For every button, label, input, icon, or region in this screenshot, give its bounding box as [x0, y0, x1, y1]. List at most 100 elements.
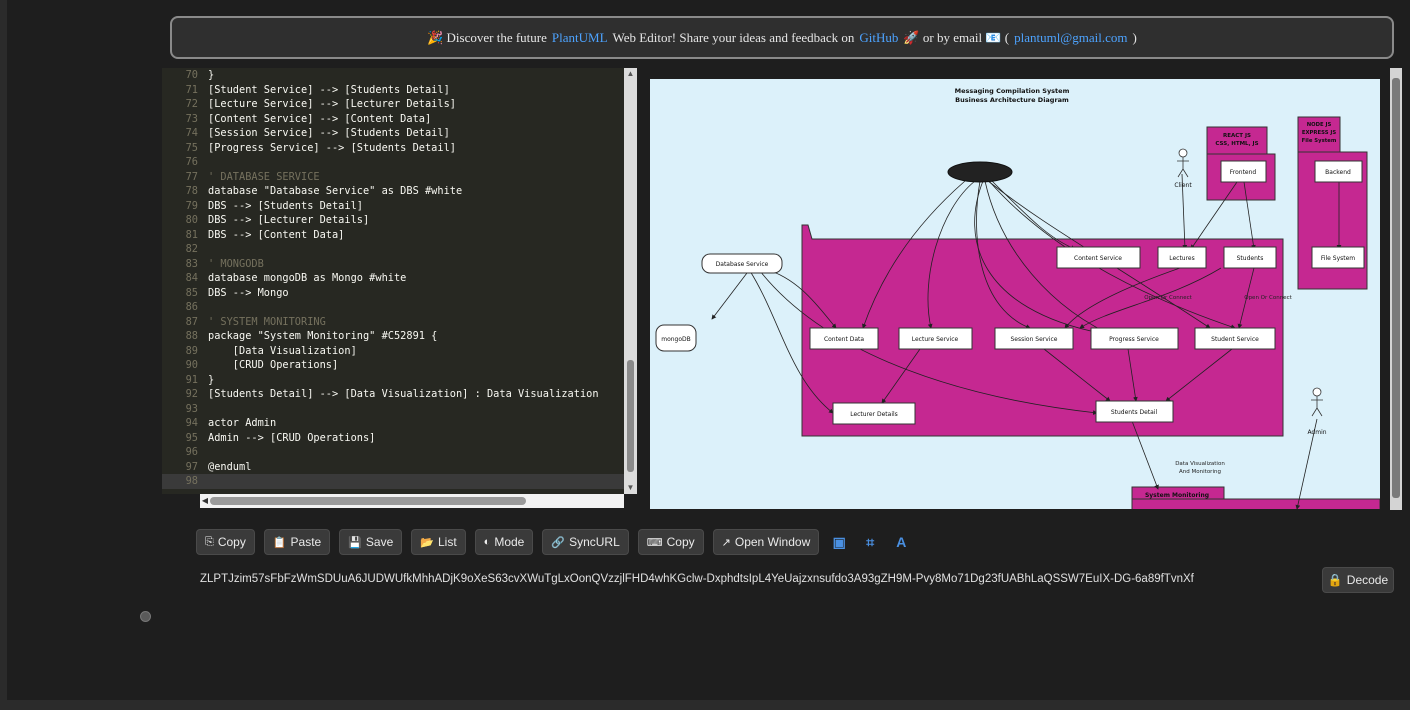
list-label: List: [437, 535, 457, 549]
code-line[interactable]: 91}: [162, 373, 624, 388]
line-number: 96: [185, 446, 198, 458]
code-line[interactable]: 94 actor Admin: [162, 416, 624, 431]
announcement-banner: 🎉 Discover the future PlantUML Web Edito…: [170, 16, 1394, 59]
text-icon[interactable]: A: [890, 529, 912, 555]
code-line[interactable]: 98: [162, 474, 624, 489]
code-line[interactable]: 71 [Student Service] --> [Students Detail…: [162, 83, 624, 98]
node-frontend: Frontend: [1220, 160, 1267, 183]
line-number: 88: [185, 330, 198, 342]
line-number: 86: [185, 301, 198, 313]
scroll-down-icon[interactable]: ▼: [624, 482, 637, 494]
copy-icon: ⎘: [205, 535, 214, 548]
dv-label-2: And Monitoring: [1179, 469, 1221, 475]
code-line[interactable]: 80 DBS --> [Lecturer Details]: [162, 213, 624, 228]
crop-icon[interactable]: ⌗: [859, 529, 881, 555]
editor-hscroll-thumb[interactable]: [210, 497, 526, 505]
students-label: Students: [1237, 255, 1264, 262]
preview-scrollbar[interactable]: [1390, 68, 1402, 510]
code-line[interactable]: 70}: [162, 68, 624, 83]
line-number: 91: [185, 373, 198, 386]
socket-label-2: Open Or Connect: [1244, 295, 1292, 301]
code-text: DBS --> [Students Detail]: [208, 199, 363, 212]
mode-button[interactable]: ◐ Mode: [474, 529, 534, 555]
code-line[interactable]: 85 DBS --> Mongo: [162, 286, 624, 301]
code-text: database mongoDB as Mongo #white: [208, 272, 407, 284]
editor-horizontal-scrollbar[interactable]: ◀: [200, 494, 624, 508]
line-number: 70: [185, 69, 198, 81]
code-line[interactable]: 77 ' DATABASE SERVICE: [162, 170, 624, 185]
diagram-preview[interactable]: Messaging Compilation System Business Ar…: [650, 79, 1380, 509]
image-icon[interactable]: ▣: [828, 529, 850, 555]
file-system-label: File System: [1321, 255, 1355, 262]
syncurl-button[interactable]: 🔗 SyncURL: [542, 529, 629, 555]
save-label: Save: [365, 535, 394, 549]
copy2-label: Copy: [666, 535, 695, 549]
code-line[interactable]: 97 @enduml: [162, 460, 624, 475]
decode-button[interactable]: 🔒 Decode: [1322, 567, 1394, 593]
editor-vertical-scrollbar[interactable]: ▲ ▼: [624, 68, 637, 494]
react-pkg-l2: CSS, HTML, JS: [1215, 141, 1258, 147]
code-line[interactable]: 74 [Session Service] --> [Students Detail…: [162, 126, 624, 141]
cloud-node: [947, 161, 1013, 183]
editor-scroll-thumb[interactable]: [627, 360, 634, 472]
code-line[interactable]: 79 DBS --> [Students Detail]: [162, 199, 624, 214]
node-pkg-l2: EXPRESS JS: [1302, 130, 1336, 136]
line-number: 98: [185, 475, 198, 487]
github-link[interactable]: GitHub: [859, 30, 898, 46]
paste-button[interactable]: 📋 Paste: [263, 529, 331, 555]
copy-url-button[interactable]: ⌨ Copy: [637, 529, 704, 555]
line-number: 95: [185, 431, 198, 444]
code-line[interactable]: 82: [162, 242, 624, 257]
backend-label: Backend: [1325, 169, 1351, 176]
open-window-button[interactable]: ↗ Open Window: [712, 529, 820, 555]
code-line[interactable]: 78 database "Database Service" as DBS #wh…: [162, 184, 624, 199]
line-number: 93: [185, 402, 198, 415]
code-line[interactable]: 84 database mongoDB as Mongo #white: [162, 271, 624, 286]
code-line[interactable]: 86: [162, 300, 624, 315]
line-number: 90: [185, 359, 198, 371]
code-text: ' DATABASE SERVICE: [208, 170, 320, 183]
code-line[interactable]: 87 ' SYSTEM MONITORING: [162, 315, 624, 330]
lecture-service-label: Lecture Service: [912, 336, 959, 343]
code-line[interactable]: 83 ' MONGODB: [162, 257, 624, 272]
line-number: 80: [185, 214, 198, 226]
scroll-left-icon[interactable]: ◀: [200, 494, 210, 508]
left-edge: [0, 0, 7, 710]
node-lecturer-details: Lecturer Details: [832, 402, 916, 425]
code-line[interactable]: 76: [162, 155, 624, 170]
scroll-up-icon[interactable]: ▲: [624, 68, 637, 80]
code-line[interactable]: 75 [Progress Service] --> [Students Detai…: [162, 141, 624, 156]
code-line[interactable]: 95 Admin --> [CRUD Operations]: [162, 431, 624, 446]
line-number: 97: [185, 460, 198, 473]
code-text: }: [208, 373, 215, 386]
encoded-url-field[interactable]: ZLPTJzim57sFbFzWmSDUuA6JUDWUfkMhhADjK9oX…: [196, 568, 1314, 590]
plantuml-link[interactable]: PlantUML: [552, 30, 608, 46]
code-line[interactable]: 96: [162, 445, 624, 460]
settings-dot-icon[interactable]: [140, 611, 151, 622]
code-text: actor Admin: [208, 417, 277, 429]
line-number: 94: [185, 417, 198, 429]
code-text: [Students Detail] --> [Data Visualizatio…: [208, 388, 599, 400]
code-text: [Progress Service] --> [Students Detail]: [208, 141, 456, 154]
code-line[interactable]: 88 package "System Monitoring" #C52891 {: [162, 329, 624, 344]
line-number: 74: [185, 127, 198, 139]
code-line[interactable]: 93: [162, 402, 624, 417]
preview-scroll-thumb[interactable]: [1392, 78, 1400, 498]
code-line[interactable]: 90 [CRUD Operations]: [162, 358, 624, 373]
code-line[interactable]: 92 [Students Detail] --> [Data Visualizat…: [162, 387, 624, 402]
node-progress-service: Progress Service: [1090, 327, 1179, 350]
code-line[interactable]: 89 [Data Visualization]: [162, 344, 624, 359]
node-mongodb: mongoDB: [655, 324, 697, 352]
actor-client-label: Client: [1174, 182, 1192, 189]
email-link[interactable]: plantuml@gmail.com: [1014, 30, 1127, 46]
node-database-service: Database Service: [701, 253, 783, 274]
code-line[interactable]: 73 [Content Service] --> [Content Data]: [162, 112, 624, 127]
copy-button[interactable]: ⎘ Copy: [196, 529, 255, 555]
code-editor[interactable]: 70} 71 [Student Service] --> [Students Det…: [162, 68, 624, 494]
save-button[interactable]: 💾 Save: [339, 529, 403, 555]
code-line[interactable]: 81 DBS --> [Content Data]: [162, 228, 624, 243]
list-button[interactable]: 📂 List: [411, 529, 466, 555]
code-line[interactable]: 72 [Lecture Service] --> [Lecturer Detail…: [162, 97, 624, 112]
line-number: 78: [185, 185, 198, 197]
code-text: [CRUD Operations]: [208, 359, 339, 371]
